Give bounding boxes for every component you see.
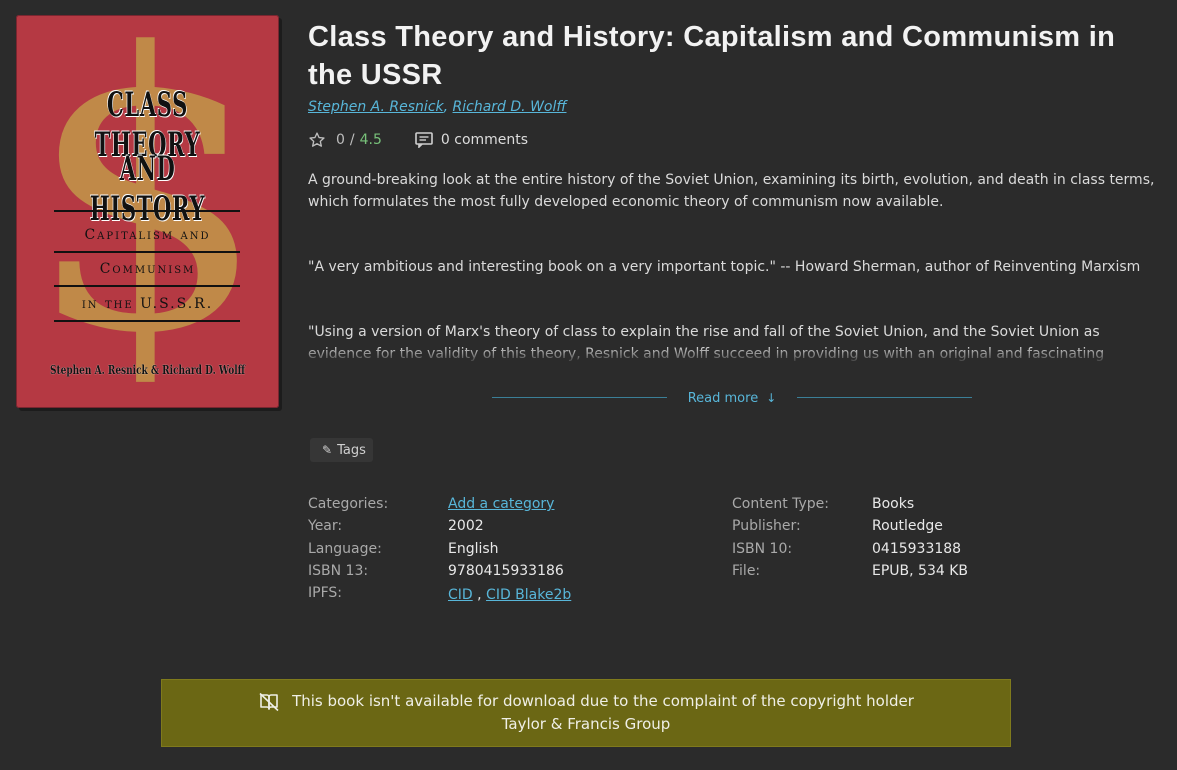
ipfs-blake2b-link[interactable]: CID Blake2b (486, 587, 571, 603)
cover-rule (54, 285, 240, 287)
divider (492, 397, 667, 398)
cover-rule (54, 251, 240, 253)
divider (797, 397, 972, 398)
author-link[interactable]: Stephen A. Resnick (308, 99, 444, 115)
book-stats: 0 / 4.5 0 comments (308, 129, 1163, 151)
cover-title-line2: AND HISTORY (89, 149, 206, 229)
cover-subtitle-1: Capitalism and (84, 227, 211, 243)
rating-separator: / (349, 132, 355, 148)
book-details: Class Theory and History: Capitalism and… (308, 18, 1163, 364)
book-title: Class Theory and History: Capitalism and… (308, 21, 1116, 91)
cover-rule (54, 320, 240, 322)
description-paragraph-truncated: "Using a version of Marx's theory of cla… (308, 321, 1158, 364)
read-more-button[interactable]: Read more ↓ (492, 387, 972, 409)
star-icon[interactable] (308, 131, 326, 149)
cover-subtitle-2: Communism (99, 261, 196, 277)
book-cover[interactable]: $ CLASS THEORY AND HISTORY Capitalism an… (16, 15, 279, 408)
unavailable-notice: This book isn't available for download d… (161, 679, 1011, 747)
user-rating: 0 (336, 132, 345, 148)
tags-label: Tags (337, 442, 366, 458)
author-link[interactable]: Richard D. Wolff (453, 99, 567, 115)
cover-authors: Stephen A. Resnick & Richard D. Wolff (49, 363, 246, 377)
description-paragraph: "A very ambitious and interesting book o… (308, 259, 1141, 275)
description-paragraph: A ground-breaking look at the entire his… (308, 172, 1155, 210)
author-list: Stephen A. Resnick, Richard D. Wolff (308, 99, 567, 115)
book-off-icon (259, 692, 279, 711)
ipfs-cid-link[interactable]: CID (448, 587, 473, 603)
comments-count: 0 comments (440, 132, 529, 148)
arrow-down-icon: ↓ (766, 391, 777, 405)
comment-icon (415, 132, 433, 148)
read-more-label: Read more (687, 390, 759, 406)
notice-text: This book isn't available for download d… (292, 692, 914, 710)
copyright-holder: Taylor & Francis Group (501, 715, 671, 733)
cover-rule (54, 210, 240, 212)
cover-subtitle-3: in the U.S.S.R. (81, 296, 214, 312)
tags-button[interactable]: ✎ Tags (310, 438, 373, 462)
book-description: A ground-breaking look at the entire his… (308, 169, 1158, 364)
pencil-icon: ✎ (322, 443, 333, 457)
average-rating: 4.5 (359, 132, 382, 148)
add-category-link[interactable]: Add a category (448, 496, 554, 512)
comments-link[interactable]: 0 comments (415, 132, 528, 148)
